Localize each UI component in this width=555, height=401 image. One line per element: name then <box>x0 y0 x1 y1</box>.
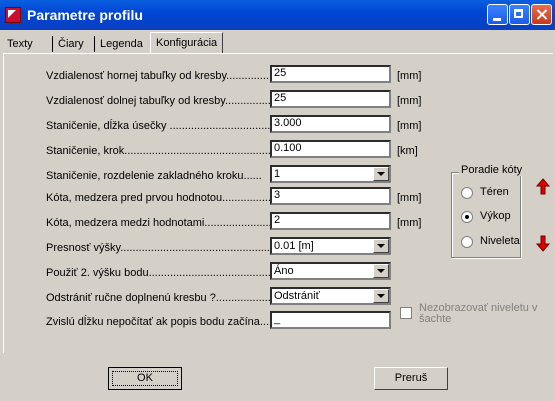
row-label: Staničenie, dĺžka úsečky ...............… <box>46 120 301 132</box>
poradie-radio[interactable] <box>461 236 473 248</box>
row-text-field[interactable]: _ <box>270 311 391 329</box>
poradie-radio-label: Niveleta <box>480 235 520 247</box>
poradie-radio[interactable] <box>461 211 473 223</box>
row-unit: [km] <box>397 145 418 157</box>
row-unit: [mm] <box>397 217 422 229</box>
row-text-field[interactable]: 2 <box>270 212 391 230</box>
row-label: Odstrániť ručne doplnenú kresbu ?.......… <box>46 292 284 304</box>
minimize-button[interactable] <box>487 4 508 25</box>
row-label: Kóta, medzera pred prvou hodnotou.......… <box>46 192 299 204</box>
cancel-button[interactable]: Preruš <box>374 367 448 390</box>
red-down-arrow-icon <box>535 235 551 252</box>
row-unit: [mm] <box>397 192 422 204</box>
combobox-value: 1 <box>274 168 281 180</box>
combobox-value: Áno <box>274 265 294 277</box>
row-combobox[interactable]: Odstrániť <box>270 287 391 305</box>
move-up-button[interactable] <box>533 176 553 198</box>
row-combobox[interactable]: 0.01 [m] <box>270 237 391 255</box>
tab-ciary[interactable]: Čiary <box>53 35 89 54</box>
poradie-radio[interactable] <box>461 187 473 199</box>
chevron-down-icon[interactable] <box>373 289 389 303</box>
row-label: Vzdialenosť hornej tabuľky od kresby....… <box>46 70 303 82</box>
row-text-field[interactable]: 0.100 <box>270 140 391 158</box>
row-combobox[interactable]: Áno <box>270 262 391 280</box>
chevron-down-icon[interactable] <box>373 264 389 278</box>
row-label: Zvislú dĺžku nepočítať ak popis bodu zač… <box>46 316 276 328</box>
row-unit: [mm] <box>397 95 422 107</box>
tab-konfiguracia[interactable]: Konfigurácia <box>150 32 224 54</box>
combobox-value: 0.01 [m] <box>274 240 314 252</box>
row-label: Staničenie, rozdelenie zakladného kroku.… <box>46 170 262 182</box>
checkbox-label-text: Nezobrazovať niveletu v šachte <box>419 302 538 325</box>
tab-texty[interactable]: Texty <box>2 35 38 54</box>
row-combobox[interactable]: 1 <box>270 165 391 183</box>
title-bar: Parametre profilu <box>0 0 555 30</box>
row-unit: [mm] <box>397 120 422 132</box>
chevron-down-icon[interactable] <box>373 239 389 253</box>
focus-rect <box>112 371 178 386</box>
ok-button[interactable]: OK <box>108 367 182 390</box>
row-text-field[interactable]: 3 <box>270 187 391 205</box>
cancel-button-label: Preruš <box>394 372 428 384</box>
row-label: Vzdialenosť dolnej tabuľky od kresby....… <box>46 95 308 107</box>
tab-legenda[interactable]: Legenda <box>95 35 148 54</box>
window-title: Parametre profilu <box>27 7 143 23</box>
poradie-radio-label: Výkop <box>480 210 511 222</box>
close-button[interactable] <box>531 4 552 25</box>
row-label: Kóta, medzera medzi hodnotami...........… <box>46 217 300 229</box>
poradie-radio-label: Téren <box>480 186 509 198</box>
maximize-button[interactable] <box>509 4 530 25</box>
window: Parametre profilu Texty Čiary Legenda Ko… <box>0 0 555 401</box>
nezobrazovat-label: Nezobrazovať niveletu v šachte <box>419 303 555 325</box>
row-label: Použiť 2. výšku bodu....................… <box>46 267 308 279</box>
row-unit: [mm] <box>397 70 422 82</box>
row-text-field[interactable]: 3.000 <box>270 115 391 133</box>
red-up-arrow-icon <box>535 178 551 195</box>
row-text-field[interactable]: 25 <box>270 65 391 83</box>
move-down-button[interactable] <box>533 232 553 254</box>
chevron-down-icon[interactable] <box>373 167 389 181</box>
row-text-field[interactable]: 25 <box>270 90 391 108</box>
poradie-group-title: Poradie kóty <box>459 164 525 176</box>
nezobrazovat-checkbox[interactable] <box>400 307 412 319</box>
app-icon <box>5 7 21 23</box>
combobox-value: Odstrániť <box>274 290 320 302</box>
